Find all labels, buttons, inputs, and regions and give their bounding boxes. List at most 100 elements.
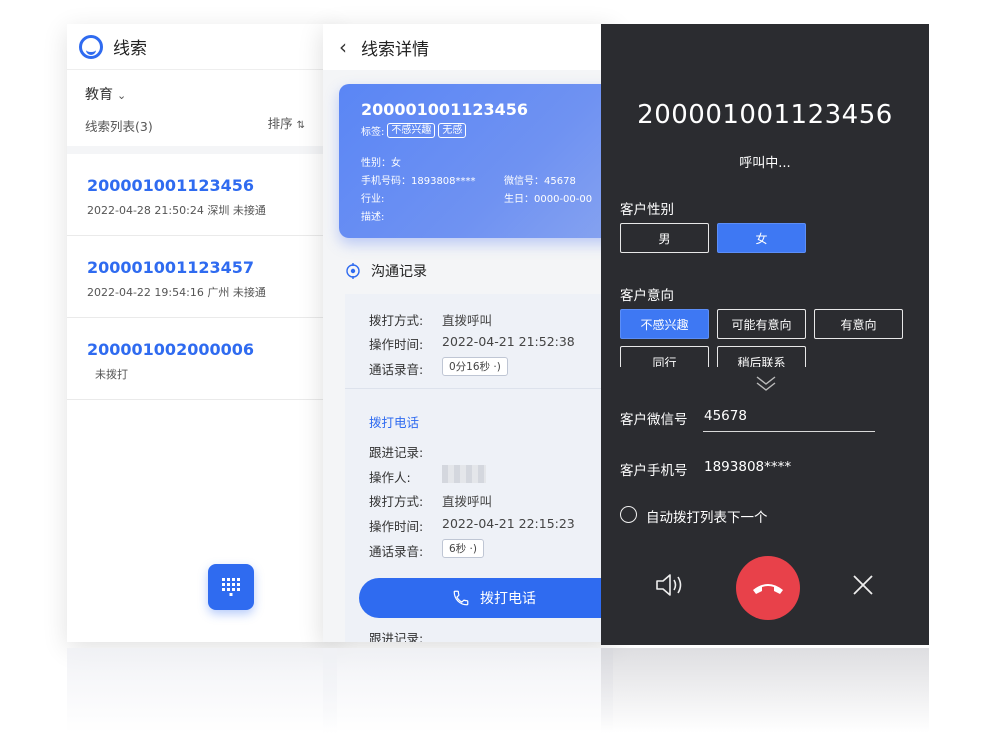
intent-section-label: 客户意向: [620, 288, 674, 304]
divider: [345, 388, 613, 389]
lead-id: 200001002000006: [87, 340, 254, 359]
card-row-industry: 行业: 生日：0000-00-00: [361, 190, 613, 205]
sort-label: 排序: [267, 116, 293, 131]
sound-wave-icon: ·): [469, 543, 477, 555]
auto-dial-label: 自动拨打列表下一个: [646, 510, 768, 526]
hangup-button[interactable]: [736, 556, 800, 620]
tag-row: 标签: 不感兴趣 无感: [361, 123, 613, 138]
intent-option-maybe[interactable]: 可能有意向: [717, 309, 806, 339]
list-item[interactable]: 200001001123457 2022-04-22 19:54:16 广州 未…: [67, 236, 337, 318]
page-title: 线索: [113, 39, 147, 59]
call-button[interactable]: 拨打电话: [359, 578, 613, 618]
lead-detail-panel: ‹ 线索详情 200001001123456 标签: 不感兴趣 无感 性别：女 …: [323, 24, 613, 642]
record-followup: 跟进记录:: [369, 442, 423, 461]
category-label: 教育: [85, 87, 113, 103]
dialpad-icon: [222, 578, 240, 596]
record-operator: 操作人:: [369, 465, 486, 486]
call-panel: 200001001123456 呼叫中... 客户性别 男 女 客户意向 不感兴…: [601, 24, 929, 645]
comm-section-header: 沟通记录: [345, 261, 427, 281]
panel-reflection: [67, 648, 337, 733]
lead-meta: 2022-04-28 21:50:24 深圳 未接通: [87, 204, 266, 217]
field-label: 操作人:: [369, 470, 411, 485]
blurred-operator: [442, 465, 486, 483]
list-item[interactable]: 200001001123456 2022-04-28 21:50:24 深圳 未…: [67, 154, 337, 236]
sound-wave-icon: ·): [493, 361, 501, 373]
hangup-icon: [753, 584, 783, 594]
record-audio: 通话录音: 6秒 ·): [369, 539, 484, 560]
phone-icon: [453, 590, 469, 606]
wechat-input-underline: [703, 431, 875, 432]
lead-meta: 未拨打: [95, 368, 128, 381]
lead-list-panel: 线索 教育 ⌄ 线索列表(3) 排序 ⇅ 200001001123456 2022…: [67, 24, 337, 642]
lead-id: 200001001123456: [87, 176, 254, 195]
field-label: 拨打方式:: [369, 494, 424, 509]
lead-id: 200001001123456: [361, 100, 528, 119]
detail-header: ‹ 线索详情: [323, 24, 613, 70]
audio-player[interactable]: 6秒 ·): [442, 539, 484, 558]
chevron-down-icon: ⌄: [117, 89, 127, 102]
panel-reflection: [601, 648, 929, 733]
record-title: 拨打电话: [369, 415, 420, 430]
gender-text: 性别：女: [361, 158, 401, 169]
record-method: 拨打方式: 直拨呼叫: [369, 491, 492, 510]
audio-duration: 0分16秒: [449, 361, 491, 373]
birthday-text: 生日：0000-00-00: [504, 194, 593, 205]
lead-meta: 2022-04-22 19:54:16 广州 未接通: [87, 286, 266, 299]
record-audio: 通话录音: 0分16秒 ·): [369, 357, 508, 378]
card-row-gender: 性别：女: [361, 154, 613, 169]
wechat-label: 客户微信号: [620, 412, 688, 428]
gender-section-label: 客户性别: [620, 202, 674, 218]
dialpad-button[interactable]: [208, 564, 254, 610]
record-method: 拨打方式: 直拨呼叫: [369, 310, 492, 329]
tag-badge: 无感: [438, 123, 467, 138]
auto-dial-radio[interactable]: [620, 506, 637, 523]
wechat-input[interactable]: 45678: [704, 408, 747, 424]
filter-bar: 教育 ⌄ 线索列表(3) 排序 ⇅: [67, 70, 337, 146]
phone-value: 1893808****: [704, 459, 792, 475]
description-text: 描述:: [361, 212, 385, 223]
section-title: 沟通记录: [371, 264, 427, 280]
field-label: 拨打方式:: [369, 313, 424, 328]
speaker-icon[interactable]: [655, 572, 685, 598]
tag-label: 标签:: [361, 127, 385, 138]
back-icon[interactable]: ‹: [339, 35, 347, 59]
phone-text: 手机号码：1893808****: [361, 176, 476, 187]
gender-option-male[interactable]: 男: [620, 223, 709, 253]
lead-card: 200001001123456 标签: 不感兴趣 无感 性别：女 手机号码：18…: [339, 84, 613, 238]
list-empty-area: [67, 400, 337, 642]
field-value: 2022-04-21 21:52:38: [442, 334, 575, 349]
sort-button[interactable]: 排序 ⇅: [268, 113, 305, 132]
page-title: 线索详情: [361, 39, 429, 60]
record-time: 操作时间: 2022-04-21 22:15:23: [369, 516, 575, 535]
card-row-description: 描述:: [361, 208, 613, 223]
record-time: 操作时间: 2022-04-21 21:52:38: [369, 334, 575, 353]
sort-icon: ⇅: [296, 120, 305, 131]
lead-list: 200001001123456 2022-04-28 21:50:24 深圳 未…: [67, 154, 337, 642]
field-label: 操作时间:: [369, 337, 424, 352]
gender-option-female[interactable]: 女: [717, 223, 806, 253]
double-chevron-down-icon[interactable]: [755, 374, 777, 392]
calling-number: 200001001123456: [637, 100, 893, 130]
logo-icon: [79, 34, 103, 59]
field-label: 通话录音:: [369, 362, 424, 377]
industry-text: 行业:: [361, 194, 385, 205]
field-label: 跟进记录:: [369, 445, 424, 460]
audio-player[interactable]: 0分16秒 ·): [442, 357, 508, 376]
call-button-label: 拨打电话: [480, 591, 536, 607]
close-icon[interactable]: [851, 573, 875, 597]
call-status: 呼叫中...: [739, 156, 791, 171]
record-followup: 跟进记录:: [369, 631, 424, 642]
wechat-text: 微信号：45678: [504, 176, 576, 187]
tag-badge: 不感兴趣: [387, 123, 436, 138]
intent-option-not-interested[interactable]: 不感兴趣: [620, 309, 709, 339]
panel-reflection: [323, 648, 613, 733]
category-dropdown[interactable]: 教育 ⌄: [85, 84, 319, 104]
intent-option-interested[interactable]: 有意向: [814, 309, 903, 339]
field-value: 直拨呼叫: [442, 313, 493, 328]
field-value: 2022-04-21 22:15:23: [442, 516, 575, 531]
field-value: 直拨呼叫: [442, 494, 493, 509]
lead-id: 200001001123457: [87, 258, 254, 277]
list-item[interactable]: 200001002000006 未拨打: [67, 318, 337, 400]
field-label: 通话录音:: [369, 544, 424, 559]
field-label: 操作时间:: [369, 519, 424, 534]
